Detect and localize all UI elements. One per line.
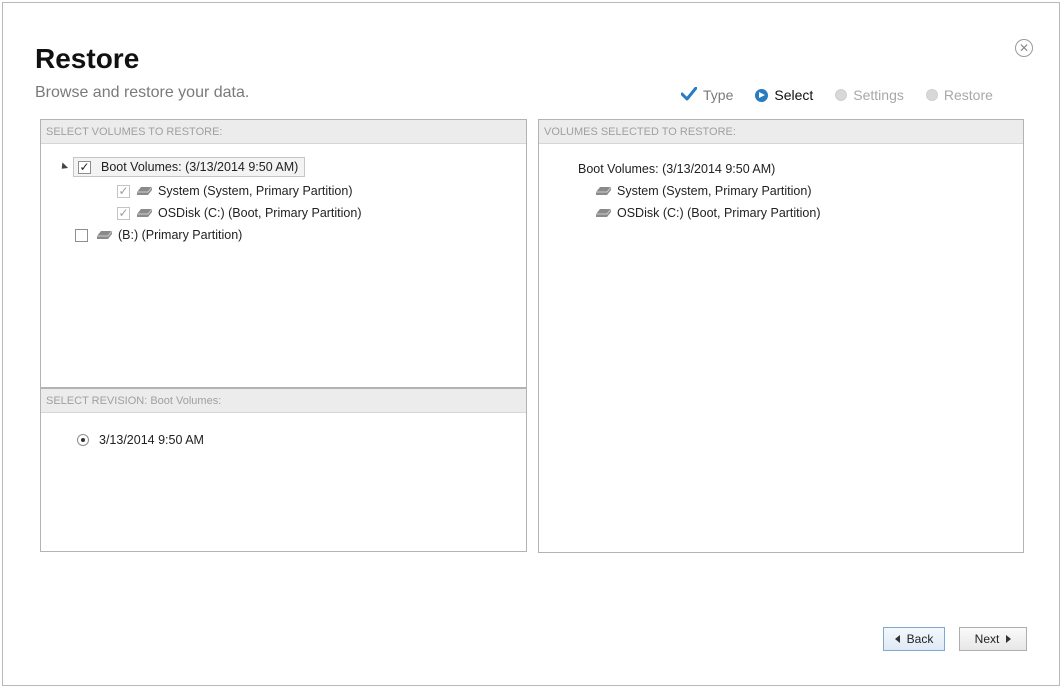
- tree-item-b-drive[interactable]: (B:) (Primary Partition): [75, 224, 242, 246]
- revision-item[interactable]: 3/13/2014 9:50 AM: [77, 429, 204, 451]
- panel-header: SELECT REVISION: Boot Volumes:: [41, 389, 526, 413]
- next-button[interactable]: Next: [959, 627, 1027, 651]
- step-label: Select: [774, 87, 814, 103]
- close-icon[interactable]: ✕: [1015, 39, 1033, 57]
- revision-label: 3/13/2014 9:50 AM: [99, 433, 204, 447]
- panel-header: SELECT VOLUMES TO RESTORE:: [41, 120, 526, 144]
- selected-item-label: OSDisk (C:) (Boot, Primary Partition): [617, 206, 821, 220]
- selected-item-label: System (System, Primary Partition): [617, 184, 812, 198]
- next-button-label: Next: [974, 632, 1000, 646]
- selected-volumes-panel: VOLUMES SELECTED TO RESTORE: Boot Volume…: [538, 119, 1024, 553]
- chevron-left-icon: [894, 635, 900, 643]
- panel-header: VOLUMES SELECTED TO RESTORE:: [539, 120, 1023, 144]
- back-button-label: Back: [906, 632, 934, 646]
- checkbox[interactable]: ✓: [78, 160, 91, 174]
- page-title: Restore: [35, 43, 140, 74]
- volumes-panel: SELECT VOLUMES TO RESTORE: ✓ Boot Volume…: [40, 119, 527, 388]
- step-label: Type: [703, 87, 734, 103]
- tree-item-system[interactable]: ✓ System (System, Primary Partition): [117, 180, 352, 202]
- arrow-circle-icon: [755, 88, 769, 102]
- tree-item-label: (B:) (Primary Partition): [118, 228, 243, 242]
- disk-icon: [596, 208, 612, 217]
- disk-icon: [97, 230, 113, 239]
- step-restore: Restore: [925, 87, 993, 103]
- check-icon: [680, 86, 698, 104]
- step-select: Select: [755, 87, 813, 103]
- tree-item-label: OSDisk (C:) (Boot, Primary Partition): [158, 206, 362, 220]
- checkbox[interactable]: [75, 228, 88, 242]
- selected-item-osdisk: OSDisk (C:) (Boot, Primary Partition): [595, 202, 821, 224]
- tree-item-osdisk[interactable]: ✓ OSDisk (C:) (Boot, Primary Partition): [117, 202, 362, 224]
- revision-panel: SELECT REVISION: Boot Volumes: 3/13/2014…: [40, 388, 527, 552]
- tree-item-boot-volumes[interactable]: ✓ Boot Volumes: (3/13/2014 9:50 AM): [58, 156, 306, 178]
- checkbox[interactable]: ✓: [117, 184, 130, 198]
- step-type: Type: [680, 86, 734, 104]
- disk-icon: [137, 208, 153, 217]
- tree-item-label: Boot Volumes: (3/13/2014 9:50 AM): [101, 160, 299, 174]
- tree-item-label: System (System, Primary Partition): [158, 184, 353, 198]
- radio-button[interactable]: [77, 434, 89, 446]
- checkbox[interactable]: ✓: [117, 206, 130, 220]
- page-subtitle: Browse and restore your data.: [35, 84, 250, 101]
- selected-group: Boot Volumes: (3/13/2014 9:50 AM): [578, 158, 775, 180]
- disk-icon: [596, 186, 612, 195]
- chevron-right-icon: [1006, 635, 1012, 643]
- selected-item-system: System (System, Primary Partition): [595, 180, 811, 202]
- step-settings: Settings: [835, 87, 904, 103]
- step-label: Settings: [853, 87, 904, 103]
- expand-arrow-icon[interactable]: [58, 162, 69, 172]
- circle-icon: [835, 89, 848, 101]
- back-button[interactable]: Back: [883, 627, 945, 651]
- circle-icon: [925, 89, 938, 101]
- disk-icon: [137, 186, 153, 195]
- selected-group-label: Boot Volumes: (3/13/2014 9:50 AM): [578, 162, 776, 176]
- tree-item-highlight: ✓ Boot Volumes: (3/13/2014 9:50 AM): [73, 157, 306, 177]
- step-label: Restore: [943, 87, 993, 103]
- wizard-steps: Type Select Settings Restore: [680, 85, 993, 105]
